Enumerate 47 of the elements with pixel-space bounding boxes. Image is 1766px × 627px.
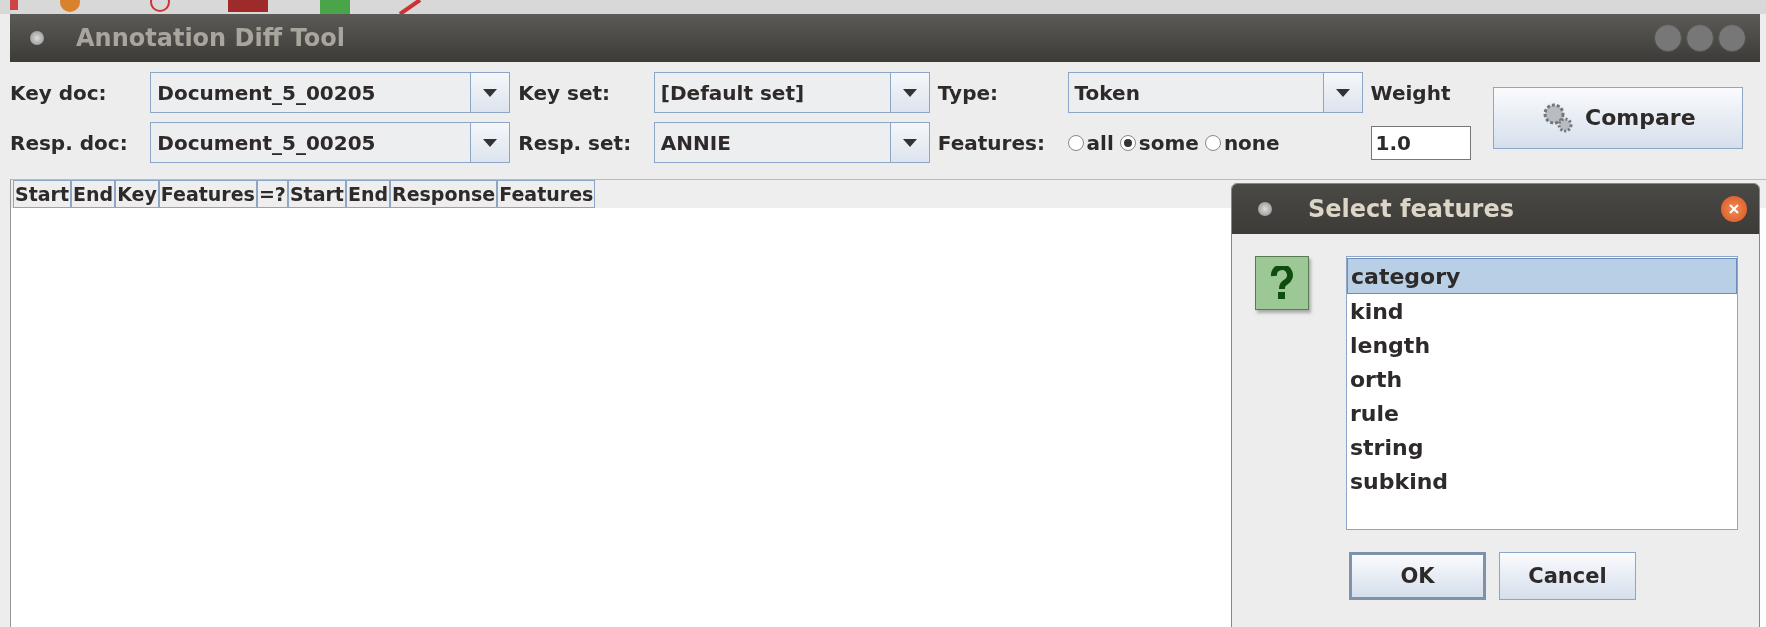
radio-option[interactable]: all	[1067, 130, 1114, 155]
type-dropdown[interactable]: Token	[1067, 72, 1363, 113]
close-button[interactable]	[1721, 196, 1747, 222]
compare-button[interactable]: Compare	[1493, 86, 1744, 149]
field-label: Resp. doc:	[10, 130, 129, 155]
column-header[interactable]: Response	[390, 180, 498, 208]
window-title: Annotation Diff Tool	[76, 24, 346, 52]
dropdown-arrow-icon	[1335, 88, 1350, 97]
column-header[interactable]: Start	[13, 180, 72, 208]
radio-option[interactable]: none	[1204, 130, 1280, 155]
column-header[interactable]: End	[345, 180, 391, 208]
list-item[interactable]: rule	[1347, 396, 1737, 430]
column-header[interactable]: Features	[497, 180, 596, 208]
list-item[interactable]: orth	[1347, 362, 1737, 396]
field-label: Type:	[937, 80, 1000, 105]
dialog-title: Select features	[1308, 195, 1515, 223]
list-item[interactable]: length	[1347, 328, 1737, 362]
field-label: Key doc:	[10, 80, 108, 105]
resp-set-dropdown[interactable]: ANNIE	[653, 122, 930, 163]
column-header[interactable]: End	[71, 180, 116, 208]
question-icon	[1255, 256, 1309, 310]
field-label: Key set:	[518, 80, 612, 105]
list-item[interactable]: string	[1347, 430, 1737, 464]
weight-field[interactable]: 1.0	[1370, 125, 1471, 160]
cancel-button[interactable]: Cancel	[1499, 552, 1636, 600]
field-label: Resp. set:	[518, 130, 633, 155]
close-icon	[1728, 203, 1740, 215]
dropdown-arrow-icon	[483, 88, 498, 97]
field-label: Features:	[937, 130, 1046, 155]
field-label: Weight	[1370, 80, 1452, 105]
dropdown-arrow-icon	[902, 138, 917, 147]
list-item[interactable]: subkind	[1347, 464, 1737, 498]
radio-option[interactable]: some	[1119, 130, 1199, 155]
list-item[interactable]: kind	[1347, 294, 1737, 328]
dropdown-arrow-icon	[483, 138, 498, 147]
column-header[interactable]: =?	[256, 180, 288, 208]
window-menu-icon[interactable]	[1258, 202, 1272, 216]
key-set-dropdown[interactable]: [Default set]	[653, 72, 930, 113]
ok-button[interactable]: OK	[1349, 552, 1486, 600]
list-item[interactable]: category	[1347, 258, 1737, 294]
column-header[interactable]: Key	[115, 180, 159, 208]
resp-doc-dropdown[interactable]: Document_5_00205	[150, 122, 511, 163]
key-doc-dropdown[interactable]: Document_5_00205	[150, 72, 511, 113]
column-header[interactable]: Features	[158, 180, 257, 208]
window-menu-icon[interactable]	[30, 31, 44, 45]
dropdown-arrow-icon	[902, 88, 917, 97]
column-header[interactable]: Start	[287, 180, 346, 208]
